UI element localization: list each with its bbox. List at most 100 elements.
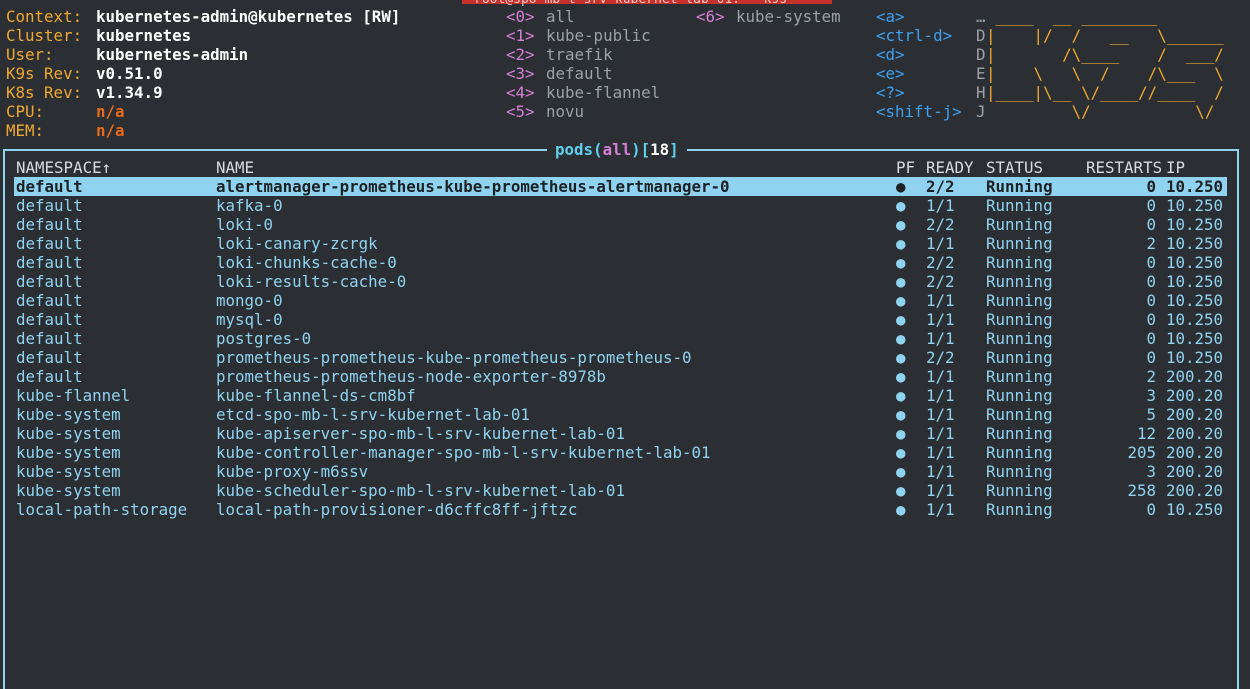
table-row[interactable]: default prometheus-prometheus-node-export… — [14, 367, 1227, 386]
column-header-ready[interactable]: READY — [926, 158, 974, 177]
table-row[interactable]: kube-system kube-apiserver-spo-mb-l-srv-k… — [14, 424, 1227, 443]
cell-ip: 10.250 — [1166, 329, 1224, 348]
column-header-restarts[interactable]: RESTARTS — [1086, 158, 1162, 177]
namespace-key[interactable]: <6> — [696, 7, 725, 26]
cell-ip: 200.20 — [1166, 386, 1224, 405]
cell-ready: 2/2 — [926, 253, 955, 272]
cell-ip: 10.250 — [1166, 500, 1224, 519]
table-row[interactable]: kube-system kube-scheduler-spo-mb-l-srv-k… — [14, 481, 1227, 500]
cell-namespace: kube-system — [16, 462, 121, 481]
table-row[interactable]: default prometheus-prometheus-kube-promet… — [14, 348, 1227, 367]
table-row[interactable]: kube-system kube-proxy-m6ssv ● 1/1 Running 3 2… — [14, 462, 1227, 481]
cell-name: loki-canary-zcrgk — [216, 234, 378, 253]
cell-name: loki-0 — [216, 215, 274, 234]
namespace-label[interactable]: novu — [546, 102, 584, 121]
table-row[interactable]: default loki-canary-zcrgk ● 1/1 Running 2 10.2… — [14, 234, 1227, 253]
window-title-bar: root@spo-mb-l-srv-kubernet-lab-01: ~ k9s — [0, 0, 1250, 7]
namespace-label[interactable]: kube-public — [546, 26, 651, 45]
cell-status: Running — [986, 177, 1053, 196]
hotkey-key: <?> — [876, 83, 905, 102]
cell-name: postgres-0 — [216, 329, 312, 348]
column-header-ip[interactable]: IP — [1166, 158, 1185, 177]
info-label: Cluster: — [6, 26, 83, 45]
namespace-key[interactable]: <0> — [506, 7, 535, 26]
cell-name: etcd-spo-mb-l-srv-kubernet-lab-01 — [216, 405, 530, 424]
cell-namespace: kube-system — [16, 481, 121, 500]
cell-pf: ● — [896, 367, 906, 386]
namespace-key[interactable]: <3> — [506, 64, 535, 83]
info-value: kubernetes-admin — [96, 45, 249, 64]
cell-pf: ● — [896, 196, 906, 215]
namespace-key[interactable]: <5> — [506, 102, 535, 121]
view-resource: pods — [555, 140, 594, 159]
cell-ready: 1/1 — [926, 443, 955, 462]
cell-status: Running — [986, 386, 1053, 405]
cell-status: Running — [986, 462, 1053, 481]
cell-restarts: 0 — [1146, 310, 1156, 329]
cell-status: Running — [986, 310, 1053, 329]
hotkey-label: E — [976, 64, 986, 83]
namespace-label[interactable]: kube-flannel — [546, 83, 660, 102]
cell-ready: 1/1 — [926, 310, 955, 329]
cell-ip: 200.20 — [1166, 424, 1224, 443]
cell-status: Running — [986, 424, 1053, 443]
cell-restarts: 0 — [1146, 177, 1156, 196]
table-row[interactable]: default mongo-0 ● 1/1 Running 0 10.250 — [14, 291, 1227, 310]
cell-ready: 2/2 — [926, 215, 955, 234]
column-header-namespace[interactable]: NAMESPACE↑ — [16, 158, 111, 177]
table-row[interactable]: local-path-storage local-path-provisioner… — [14, 500, 1227, 519]
cell-pf: ● — [896, 462, 906, 481]
table-row[interactable]: default loki-0 ● 2/2 Running 0 10.250 — [14, 215, 1227, 234]
cell-namespace: default — [16, 177, 83, 196]
table-row[interactable]: kube-flannel kube-flannel-ds-cm8bf ● 1/1 Run… — [14, 386, 1227, 405]
cell-pf: ● — [896, 405, 906, 424]
cell-restarts: 12 — [1136, 424, 1156, 443]
table-row[interactable]: kube-system etcd-spo-mb-l-srv-kubernet-la… — [14, 405, 1227, 424]
cell-name: mysql-0 — [216, 310, 283, 329]
cell-restarts: 0 — [1146, 291, 1156, 310]
cell-pf: ● — [896, 215, 906, 234]
cell-name: kube-proxy-m6ssv — [216, 462, 369, 481]
cell-ip: 10.250 — [1166, 348, 1224, 367]
column-header-status[interactable]: STATUS — [986, 158, 1043, 177]
info-value: n/a — [96, 121, 125, 140]
cell-ready: 1/1 — [926, 386, 955, 405]
logo-line: |____|\__ \/____//____ / — [986, 83, 1224, 102]
cell-name: kube-controller-manager-spo-mb-l-srv-kub… — [216, 443, 711, 462]
cell-ip: 10.250 — [1166, 234, 1224, 253]
cell-namespace: kube-system — [16, 443, 121, 462]
cell-status: Running — [986, 291, 1053, 310]
logo-line: ____ __ ________ — [986, 7, 1158, 26]
hotkey-label: H — [976, 83, 986, 102]
namespace-key[interactable]: <4> — [506, 83, 535, 102]
cell-ready: 1/1 — [926, 329, 955, 348]
cell-name: kube-flannel-ds-cm8bf — [216, 386, 416, 405]
namespace-label[interactable]: traefik — [546, 45, 613, 64]
cell-name: kube-scheduler-spo-mb-l-srv-kubernet-lab… — [216, 481, 625, 500]
namespace-label[interactable]: all — [546, 7, 575, 26]
cell-namespace: local-path-storage — [16, 500, 188, 519]
column-header-name[interactable]: NAME — [216, 158, 254, 177]
cell-restarts: 258 — [1127, 481, 1156, 500]
cell-status: Running — [986, 196, 1053, 215]
logo-line: | \ \ / /\___ \ — [986, 64, 1224, 83]
table-row[interactable]: default alertmanager-prometheus-kube-prom… — [14, 177, 1227, 196]
table-row[interactable]: default postgres-0 ● 1/1 Running 0 10.250 — [14, 329, 1227, 348]
cell-restarts: 0 — [1146, 196, 1156, 215]
table-row[interactable]: default loki-chunks-cache-0 ● 2/2 Running 0 10… — [14, 253, 1227, 272]
cell-pf: ● — [896, 386, 906, 405]
namespace-key[interactable]: <2> — [506, 45, 535, 64]
namespace-label[interactable]: default — [546, 64, 613, 83]
table-row[interactable]: kube-system kube-controller-manager-spo-m… — [14, 443, 1227, 462]
namespace-key[interactable]: <1> — [506, 26, 535, 45]
table-row[interactable]: default loki-results-cache-0 ● 2/2 Running 0 1… — [14, 272, 1227, 291]
cell-ready: 1/1 — [926, 481, 955, 500]
hotkey-key: <shift-j> — [876, 102, 962, 121]
column-header-pf[interactable]: PF — [896, 158, 915, 177]
table-row[interactable]: default mysql-0 ● 1/1 Running 0 10.250 — [14, 310, 1227, 329]
cell-restarts: 0 — [1146, 500, 1156, 519]
table-row[interactable]: default kafka-0 ● 1/1 Running 0 10.250 — [14, 196, 1227, 215]
cell-status: Running — [986, 443, 1053, 462]
namespace-label[interactable]: kube-system — [736, 7, 841, 26]
cell-namespace: default — [16, 367, 83, 386]
